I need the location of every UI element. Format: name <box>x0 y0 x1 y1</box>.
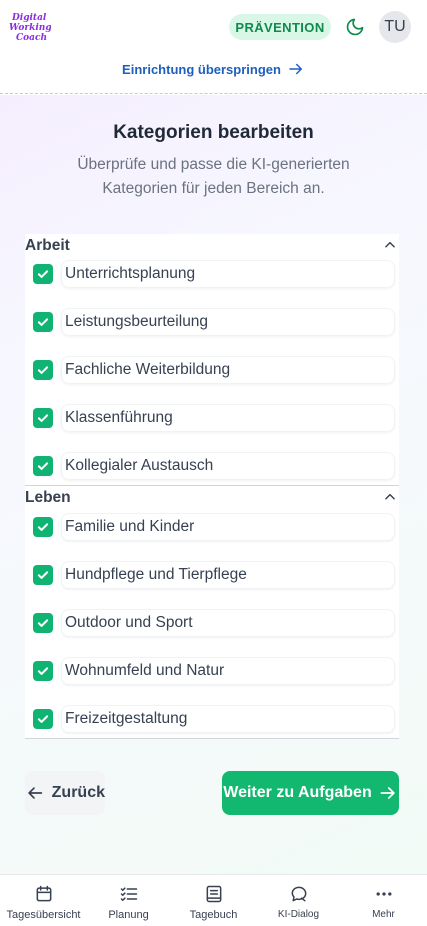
section-title: Arbeit <box>25 237 70 254</box>
prevention-badge: PRÄVENTION <box>229 14 331 40</box>
categories-panel: Arbeit Unterrichtsplanung Leistungsbeurt… <box>25 234 399 739</box>
check-icon <box>37 619 49 627</box>
nav-label: KI-Dialog <box>277 909 320 920</box>
skip-setup-link[interactable]: Einrichtung überspringen <box>0 59 427 79</box>
category-label: Unterrichtsplanung <box>65 265 196 282</box>
section-header-arbeit[interactable]: Arbeit <box>25 234 399 256</box>
nav-label: Planung <box>108 909 149 921</box>
nav-item-tagebuch[interactable]: Tagebuch <box>171 875 256 926</box>
checkbox-checked[interactable] <box>33 661 53 681</box>
arrow-right-icon <box>289 63 302 75</box>
page-title: Kategorien bearbeiten <box>113 122 314 143</box>
category-label: Familie und Kinder <box>65 518 195 535</box>
check-icon <box>37 366 49 374</box>
arrow-right-icon <box>380 787 395 799</box>
checkbox-checked[interactable] <box>33 264 53 284</box>
category-label: Leistungsbeurteilung <box>65 313 209 330</box>
checkbox-checked[interactable] <box>33 613 53 633</box>
check-icon <box>37 270 49 278</box>
checkbox-checked[interactable] <box>33 565 53 585</box>
nav-item-planung[interactable]: Planung <box>86 875 171 926</box>
check-icon <box>37 414 49 422</box>
chevron-up-icon[interactable] <box>383 238 397 252</box>
category-label: Kollegialer Austausch <box>65 457 214 474</box>
section-divider <box>25 738 399 739</box>
checkbox-checked[interactable] <box>33 456 53 476</box>
nav-item-mehr[interactable]: Mehr <box>341 875 426 926</box>
book-icon <box>206 885 221 903</box>
category-item[interactable]: Kollegialer Austausch <box>33 450 399 482</box>
arrow-left-icon <box>28 787 43 799</box>
app-logo[interactable]: Digital Working Coach <box>9 10 52 44</box>
user-avatar[interactable]: TU <box>379 11 411 43</box>
calendar-icon <box>36 885 51 902</box>
category-item[interactable]: Hundpflege und Tierpflege <box>33 559 399 591</box>
category-item[interactable]: Familie und Kinder <box>33 511 399 543</box>
category-label: Hundpflege und Tierpflege <box>65 566 247 583</box>
category-label: Klassenführung <box>65 409 173 426</box>
category-label: Freizeitgestaltung <box>65 710 188 727</box>
category-item[interactable]: Wohnumfeld und Natur <box>33 655 399 687</box>
app-header: Digital Working Coach PRÄVENTION TU Einr… <box>0 0 427 94</box>
check-icon <box>37 715 49 723</box>
more-icon <box>376 892 391 896</box>
next-button-label: Weiter zu Aufgaben <box>223 784 372 801</box>
main-content: Kategorien bearbeiten Überprüfe und pass… <box>0 95 427 875</box>
nav-label: Tagesübersicht <box>6 909 81 921</box>
category-label: Fachliche Weiterbildung <box>65 361 231 378</box>
category-item[interactable]: Outdoor und Sport <box>33 607 399 639</box>
checklist-icon <box>120 887 137 901</box>
category-item[interactable]: Freizeitgestaltung <box>33 703 399 735</box>
category-item[interactable]: Klassenführung <box>33 402 399 434</box>
checkbox-checked[interactable] <box>33 312 53 332</box>
check-icon <box>37 571 49 579</box>
checkbox-checked[interactable] <box>33 517 53 537</box>
bottom-navigation: Tagesübersicht Planung Tagebuch KI-Dialo… <box>0 874 427 926</box>
svg-text:Digital: Digital <box>11 13 47 23</box>
checkbox-checked[interactable] <box>33 360 53 380</box>
section-title: Leben <box>25 489 71 506</box>
page-subtitle: Überprüfe und passe die KI-generierten K… <box>77 156 350 197</box>
check-icon <box>37 667 49 675</box>
checkbox-checked[interactable] <box>33 408 53 428</box>
chevron-up-icon[interactable] <box>383 490 397 504</box>
check-icon <box>37 523 49 531</box>
chat-icon <box>291 886 306 902</box>
svg-text:Working: Working <box>9 23 51 33</box>
check-icon <box>37 318 49 326</box>
back-button-label: Zurück <box>51 784 105 801</box>
category-label: Outdoor und Sport <box>65 614 193 631</box>
svg-text:Coach: Coach <box>16 33 47 43</box>
category-item[interactable]: Fachliche Weiterbildung <box>33 354 399 386</box>
nav-item-ki-dialog[interactable]: KI-Dialog <box>256 875 341 926</box>
nav-item-tagesuebersicht[interactable]: Tagesübersicht <box>1 875 86 926</box>
nav-label: Mehr <box>372 909 395 920</box>
nav-label: Tagebuch <box>189 909 238 921</box>
next-to-tasks-button[interactable]: Weiter zu Aufgaben <box>222 771 399 815</box>
back-button[interactable]: Zurück <box>25 771 105 815</box>
moon-icon[interactable] <box>345 17 365 37</box>
category-item[interactable]: Unterrichtsplanung <box>33 258 399 290</box>
category-label: Wohnumfeld und Natur <box>65 662 225 679</box>
check-icon <box>37 462 49 470</box>
section-header-leben[interactable]: Leben <box>25 486 399 508</box>
checkbox-checked[interactable] <box>33 709 53 729</box>
skip-setup-label: Einrichtung überspringen <box>122 61 281 77</box>
category-item[interactable]: Leistungsbeurteilung <box>33 306 399 338</box>
